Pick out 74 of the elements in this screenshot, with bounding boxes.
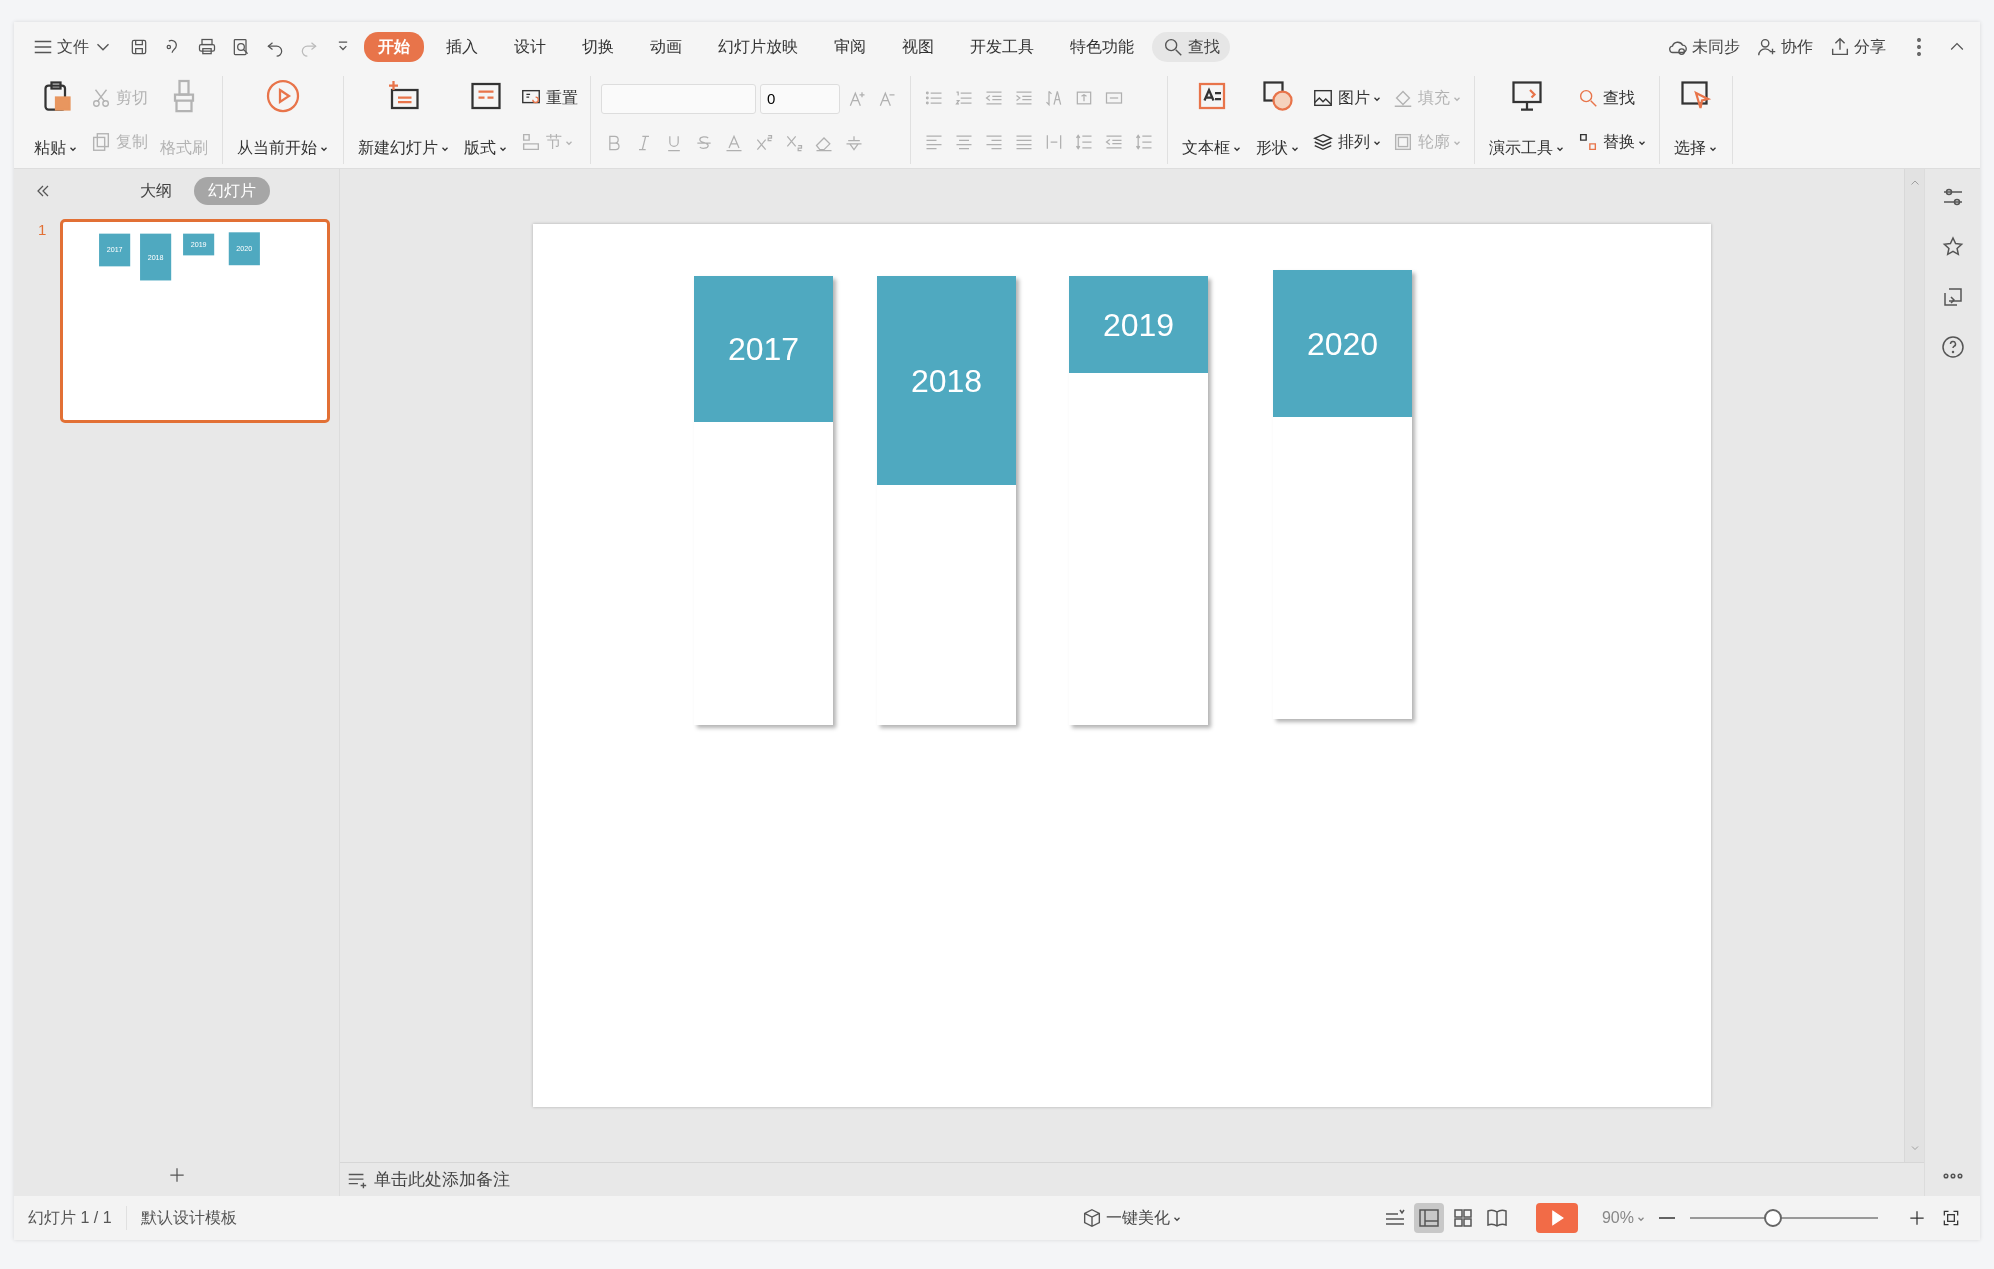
- vertical-scrollbar[interactable]: [1904, 169, 1924, 1162]
- ribbon-button[interactable]: 演示工具: [1485, 76, 1569, 164]
- search-icon: [1162, 36, 1184, 58]
- year-label: 2019: [1069, 276, 1208, 373]
- font-name-field[interactable]: [601, 83, 756, 114]
- year-label: 2020: [1273, 270, 1412, 417]
- ribbon-tab[interactable]: 特色功能: [1056, 32, 1148, 62]
- text-direction-icon: [1044, 88, 1064, 108]
- panel-tab[interactable]: 大纲: [126, 177, 186, 205]
- year-label: 2018: [877, 276, 1016, 485]
- help-icon: [1940, 335, 1965, 359]
- distribute-icon: [1044, 132, 1064, 152]
- replace-icon: [1577, 131, 1599, 153]
- template-name[interactable]: 默认设计模板: [126, 1206, 251, 1230]
- share-button[interactable]: 分享: [1821, 35, 1894, 59]
- font-size-field[interactable]: 0: [760, 83, 840, 114]
- more-icon: [1916, 37, 1922, 57]
- beautify-button[interactable]: 一键美化: [1072, 1206, 1190, 1230]
- slide-number: 1: [38, 220, 48, 240]
- ribbon-tab[interactable]: 切换: [568, 32, 628, 62]
- help-button[interactable]: [1939, 333, 1966, 361]
- save-icon: [129, 37, 149, 57]
- superscript-icon: [754, 132, 774, 153]
- layers-icon: [1312, 131, 1334, 153]
- slide-count: 幻灯片 1 / 1: [14, 1206, 127, 1230]
- ribbon-button[interactable]: 重置: [518, 80, 580, 116]
- ribbon-button[interactable]: 选择: [1670, 76, 1722, 164]
- collaborate-button[interactable]: 协作: [1748, 35, 1821, 59]
- section-icon: [520, 131, 542, 153]
- print-icon: [197, 37, 217, 57]
- ribbon-tab[interactable]: 开发工具: [956, 32, 1048, 62]
- user-add-icon: [1756, 36, 1778, 58]
- notes-placeholder: 单击此处添加备注: [374, 1168, 510, 1191]
- plus-icon: [167, 1165, 187, 1185]
- ribbon-button[interactable]: 粘贴: [30, 76, 82, 164]
- plus-icon: [1907, 1208, 1927, 1228]
- ribbon-tab[interactable]: 审阅: [820, 32, 880, 62]
- ribbon-button[interactable]: 版式: [460, 76, 512, 164]
- ribbon-button[interactable]: 新建幻灯片: [354, 76, 454, 164]
- print-preview-icon: [231, 37, 251, 57]
- image-icon: [1312, 87, 1334, 109]
- ribbon-button[interactable]: 图片: [1310, 80, 1384, 116]
- ribbon-tab[interactable]: 设计: [500, 32, 560, 62]
- ribbon-button[interactable]: 排列: [1310, 124, 1384, 160]
- share-icon: [1829, 36, 1851, 58]
- file-menu[interactable]: 文件: [24, 35, 122, 59]
- copy-icon: [90, 131, 112, 153]
- spacing-options-icon: [1134, 132, 1154, 152]
- normal-view-button[interactable]: [1413, 1203, 1444, 1233]
- sync-status[interactable]: 未同步: [1659, 35, 1748, 59]
- ribbon-tab[interactable]: 视图: [888, 32, 948, 62]
- search-icon: [1577, 87, 1599, 109]
- search-button[interactable]: 查找: [1152, 32, 1230, 62]
- presentation-board-icon: [1509, 78, 1545, 114]
- more-icon: [1942, 1173, 1963, 1179]
- minus-icon: [1658, 1216, 1676, 1220]
- ribbon-button[interactable]: 形状: [1252, 76, 1304, 164]
- slideshow-button[interactable]: [1535, 1203, 1578, 1233]
- line-spacing-icon: [1074, 132, 1094, 152]
- ribbon-button[interactable]: 文本框: [1178, 76, 1246, 164]
- ribbon-tab[interactable]: 插入: [432, 32, 492, 62]
- shapes-icon: [1260, 78, 1296, 114]
- ribbon-button[interactable]: 从当前开始: [233, 76, 333, 164]
- ribbon-tab[interactable]: 动画: [636, 32, 696, 62]
- ribbon-button[interactable]: 查找: [1575, 80, 1649, 116]
- ribbon-button[interactable]: 替换: [1575, 124, 1649, 160]
- layout-icon: [1416, 1206, 1441, 1230]
- ribbon-tab[interactable]: 幻灯片放映: [704, 32, 812, 62]
- slider-thumb[interactable]: [1763, 1209, 1782, 1227]
- year-label: 2017: [694, 276, 833, 422]
- scissors-icon: [90, 87, 112, 109]
- outline-icon: [1392, 131, 1414, 153]
- fit-icon: [1941, 1208, 1961, 1228]
- play-icon: [265, 78, 301, 114]
